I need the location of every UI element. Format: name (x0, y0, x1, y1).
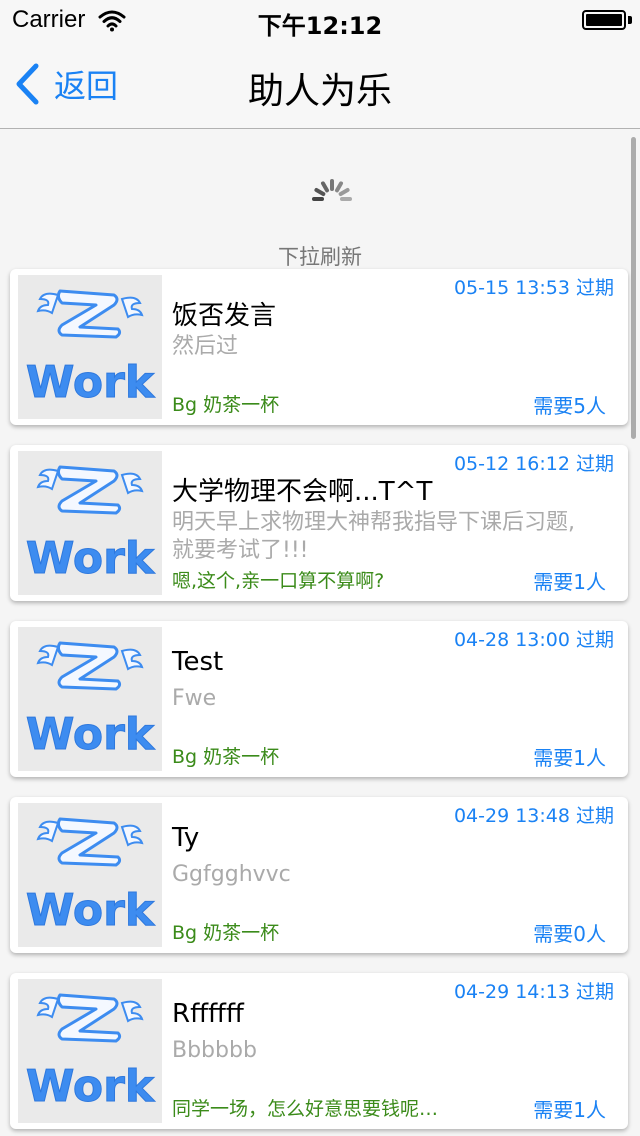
logo-text: Work (26, 885, 156, 936)
task-card[interactable]: Work 饭否发言 然后过 05-15 13:53 过期 Bg 奶茶一杯 需要5… (10, 269, 628, 425)
card-people-needed: 需要5人 (533, 394, 606, 418)
card-people-needed: 需要1人 (533, 570, 606, 594)
page-title: 助人为乐 (247, 71, 392, 112)
task-card[interactable]: Work Test Fwe 04-28 13:00 过期 Bg 奶茶一杯 需要1… (10, 621, 628, 777)
card-deadline: 04-28 13:00 过期 (453, 629, 614, 651)
zwork-logo: Work (18, 979, 162, 1123)
card-people-needed: 需要1人 (533, 1098, 606, 1122)
task-card[interactable]: Work Rffffff Bbbbbb 04-29 14:13 过期 同学一场，… (10, 973, 628, 1129)
status-bar: Carrier 下午12:12 (0, 0, 640, 40)
card-deadline: 05-12 16:12 过期 (453, 453, 614, 475)
card-reward: 同学一场，怎么好意思要钱呢… (172, 1098, 439, 1120)
pull-to-refresh: 下拉刷新 (0, 129, 640, 269)
card-reward: Bg 奶茶一杯 (172, 922, 280, 944)
zwork-logo: Work (18, 275, 162, 419)
battery-cap (628, 16, 632, 24)
card-people-needed: 需要0人 (533, 922, 606, 946)
card-description: 然后过 (172, 334, 239, 359)
card-deadline: 05-15 13:53 过期 (453, 277, 614, 299)
card-deadline: 04-29 13:48 过期 (453, 805, 614, 827)
battery-icon (582, 10, 626, 30)
zwork-logo: Work (18, 451, 162, 595)
scroll-indicator (631, 137, 636, 439)
card-deadline: 04-29 14:13 过期 (453, 981, 614, 1003)
logo-text: Work (26, 1061, 156, 1112)
loading-spinner-icon (312, 179, 352, 201)
card-title: 饭否发言 (172, 301, 277, 331)
card-title: Ty (172, 823, 200, 853)
status-time: 下午12:12 (257, 12, 383, 40)
card-reward: 嗯,这个,亲一口算不算啊? (172, 570, 385, 592)
card-description: Ggfgghvvc (172, 862, 291, 887)
logo-text: Work (26, 357, 156, 408)
card-description: 明天早上求物理大神帮我指导下课后习题,就要考试了!!! (172, 510, 575, 563)
card-reward: Bg 奶茶一杯 (172, 746, 280, 768)
card-description: Bbbbbb (172, 1038, 257, 1063)
zwork-logo: Work (18, 803, 162, 947)
card-description: Fwe (172, 686, 217, 711)
logo-text: Work (26, 533, 156, 584)
zwork-logo: Work (18, 627, 162, 771)
refresh-hint: 下拉刷新 (278, 245, 362, 269)
card-people-needed: 需要1人 (533, 746, 606, 770)
navigation-bar: 返回 助人为乐 (0, 40, 640, 129)
card-title: Rffffff (172, 999, 244, 1029)
logo-text: Work (26, 709, 156, 760)
card-title: Test (172, 647, 224, 677)
task-card[interactable]: Work Ty Ggfgghvvc 04-29 13:48 过期 Bg 奶茶一杯… (10, 797, 628, 953)
task-card[interactable]: Work 大学物理不会啊...T^T 明天早上求物理大神帮我指导下课后习题,就要… (10, 445, 628, 601)
task-list[interactable]: 下拉刷新 Work 饭否发言 然后过 05-15 13:53 过期 Bg 奶茶一… (0, 129, 640, 1136)
card-title: 大学物理不会啊...T^T (172, 477, 433, 507)
card-reward: Bg 奶茶一杯 (172, 394, 280, 416)
